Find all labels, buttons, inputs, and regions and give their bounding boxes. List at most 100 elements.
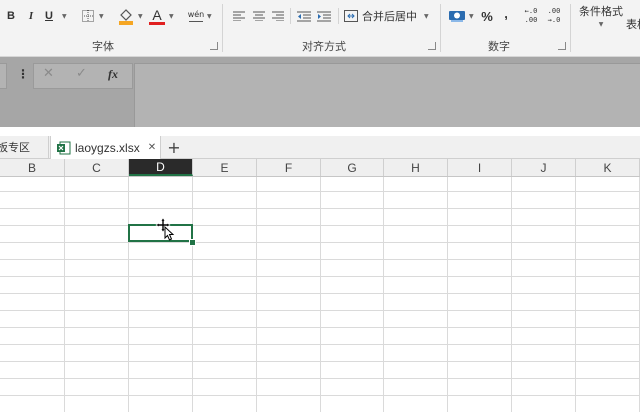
column-header-h[interactable]: H: [384, 159, 448, 176]
column-header-j[interactable]: J: [512, 159, 576, 176]
column-header-k[interactable]: K: [576, 159, 640, 176]
font-color-button[interactable]: A: [148, 6, 166, 26]
cancel-button[interactable]: ✕: [43, 66, 57, 82]
gridline: [0, 327, 640, 328]
increase-decimal-button[interactable]: ←.0 .00: [522, 6, 540, 26]
align-center-icon: [253, 11, 265, 21]
column-header-bar: B C D E F G H I J K: [0, 159, 640, 177]
excel-file-icon: [57, 141, 71, 154]
gridline: [64, 177, 65, 412]
gridline: [383, 177, 384, 412]
column-header-c[interactable]: C: [65, 159, 129, 176]
column-header-f[interactable]: F: [257, 159, 321, 176]
fill-handle[interactable]: [189, 239, 196, 246]
gridline: [0, 378, 640, 379]
new-tab-button[interactable]: +: [164, 136, 184, 158]
gridline: [0, 276, 640, 277]
separator: [440, 4, 441, 52]
accounting-format-button[interactable]: [447, 7, 467, 25]
fill-color-button[interactable]: [117, 6, 135, 26]
ribbon: B I U ▼ ▼ ▼ A ▼ wén ▼ 字体 合并后居中 ▼ 对齐方式 ▼ …: [0, 0, 640, 57]
document-tab-bar: 模板专区 laoygzs.xlsx ✕ +: [0, 136, 640, 159]
gridline: [320, 177, 321, 412]
align-left-button[interactable]: [232, 9, 246, 23]
percent-button[interactable]: %: [479, 8, 495, 24]
merge-center-button[interactable]: 合并后居中: [344, 7, 422, 25]
gridline: [0, 208, 640, 209]
gridline: [0, 242, 640, 243]
column-header-d[interactable]: D: [129, 159, 193, 176]
gridline: [128, 177, 129, 412]
conditional-format-button[interactable]: 条件格式 ▼: [576, 2, 626, 30]
gridline: [0, 310, 640, 311]
separator: [570, 4, 571, 52]
number-group-label: 数字: [488, 40, 510, 53]
gridline: [0, 293, 640, 294]
alignment-group-launcher-icon[interactable]: [428, 42, 436, 50]
column-header-g[interactable]: G: [321, 159, 384, 176]
borders-dropdown-icon[interactable]: ▼: [99, 13, 104, 20]
gridline: [511, 177, 512, 412]
phonetic-label: wén: [187, 10, 205, 19]
gridline: [256, 177, 257, 412]
tab-file-label: laoygzs.xlsx: [75, 140, 140, 155]
italic-button[interactable]: I: [24, 8, 38, 24]
conditional-format-label: 条件格式: [579, 5, 623, 18]
bold-button[interactable]: B: [4, 8, 18, 24]
enter-button[interactable]: ✓: [76, 66, 90, 82]
phonetic-button[interactable]: wén: [186, 6, 206, 26]
number-group-launcher-icon[interactable]: [558, 42, 566, 50]
phonetic-dropdown-icon[interactable]: ▼: [207, 13, 212, 20]
separator: [222, 4, 223, 52]
separator: [290, 8, 291, 24]
tab-file[interactable]: laoygzs.xlsx ✕: [50, 136, 161, 159]
currency-icon: [449, 11, 465, 22]
decrease-decimal-button[interactable]: .00 →.0: [545, 6, 563, 26]
close-tab-icon[interactable]: ✕: [148, 142, 156, 153]
tab-template-zone[interactable]: 模板专区: [0, 136, 49, 158]
font-color-glyph: A: [152, 6, 162, 23]
increase-indent-icon: [317, 11, 331, 21]
decrease-indent-icon: [297, 11, 311, 21]
column-header-e[interactable]: E: [193, 159, 257, 176]
conditional-format-dropdown-icon: ▼: [598, 21, 604, 28]
accounting-dropdown-icon[interactable]: ▼: [469, 13, 474, 20]
decrease-indent-button[interactable]: [296, 9, 312, 23]
formula-input[interactable]: [134, 63, 640, 128]
separator: [338, 8, 339, 24]
gridline: [575, 177, 576, 412]
align-left-icon: [233, 11, 245, 21]
merge-cells-icon: [344, 10, 358, 22]
gridline: [0, 361, 640, 362]
table-format-button[interactable]: 表格: [626, 14, 640, 34]
underline-dropdown-icon[interactable]: ▼: [62, 13, 67, 20]
font-group-launcher-icon[interactable]: [210, 42, 218, 50]
gridline: [0, 395, 640, 396]
borders-icon: [82, 10, 94, 22]
table-format-label: 表格: [626, 18, 640, 31]
gridline: [0, 225, 640, 226]
gridline: [0, 259, 640, 260]
font-color-dropdown-icon[interactable]: ▼: [169, 13, 174, 20]
align-right-icon: [272, 11, 284, 21]
column-header-i[interactable]: I: [448, 159, 512, 176]
underline-button[interactable]: U: [42, 8, 56, 24]
font-color-swatch: [149, 21, 165, 25]
font-group-label: 字体: [92, 40, 114, 53]
align-right-button[interactable]: [271, 9, 285, 23]
insert-function-button[interactable]: fx: [108, 67, 124, 83]
more-options-icon[interactable]: ⋮: [17, 67, 29, 81]
borders-button[interactable]: [80, 8, 96, 24]
comma-style-button[interactable]: ,: [500, 5, 512, 21]
fill-color-dropdown-icon[interactable]: ▼: [138, 13, 143, 20]
column-header-b[interactable]: B: [0, 159, 65, 176]
align-center-button[interactable]: [252, 9, 266, 23]
cell-grid[interactable]: [0, 177, 640, 412]
gridline: [0, 344, 640, 345]
merge-dropdown-icon[interactable]: ▼: [424, 13, 429, 20]
gridline: [0, 191, 640, 192]
phonetic-underline: [189, 21, 203, 22]
increase-indent-button[interactable]: [316, 9, 332, 23]
fill-bucket-icon: [119, 9, 133, 25]
merge-center-label: 合并后居中: [362, 10, 417, 23]
